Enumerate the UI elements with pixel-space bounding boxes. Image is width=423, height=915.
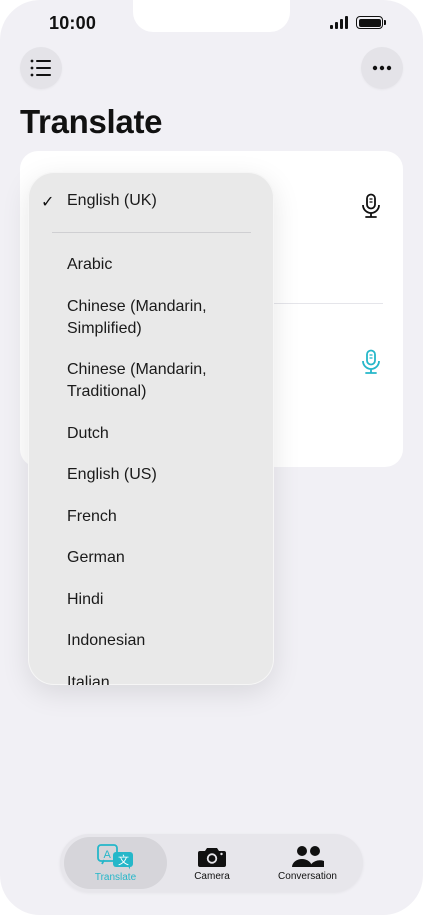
svg-text:A: A bbox=[103, 849, 111, 861]
target-mic-button[interactable] bbox=[359, 349, 383, 375]
dropdown-separator bbox=[52, 232, 251, 233]
language-option[interactable]: Chinese (Mandarin, Simplified) bbox=[67, 296, 257, 340]
phone-screen: 10:00 Translate ✓ English (UK) Arabic Ch… bbox=[0, 0, 423, 915]
tab-conversation[interactable]: Conversation bbox=[260, 837, 355, 889]
list-icon bbox=[30, 59, 51, 77]
battery-icon bbox=[356, 16, 386, 29]
svg-text:文: 文 bbox=[118, 853, 129, 867]
page-title: Translate bbox=[20, 103, 163, 140]
language-option[interactable]: Hindi bbox=[67, 589, 257, 611]
language-option[interactable]: German bbox=[67, 547, 257, 569]
tab-label: Translate bbox=[94, 871, 137, 883]
language-dropdown[interactable]: ✓ English (UK) Arabic Chinese (Mandarin,… bbox=[28, 172, 274, 685]
selected-language-label: English (UK) bbox=[67, 192, 157, 209]
more-button[interactable] bbox=[361, 47, 403, 89]
language-list: Arabic Chinese (Mandarin, Simplified) Ch… bbox=[67, 254, 257, 685]
signal-icon bbox=[330, 16, 348, 29]
microphone-icon bbox=[362, 193, 380, 218]
translate-icon: A 文 bbox=[96, 843, 133, 869]
language-option[interactable]: Indonesian bbox=[67, 630, 257, 652]
ellipsis-icon bbox=[372, 65, 392, 71]
microphone-icon bbox=[362, 349, 380, 374]
tab-label: Camera bbox=[194, 870, 230, 882]
language-option[interactable]: Italian bbox=[67, 672, 257, 686]
notch bbox=[133, 0, 290, 32]
language-option[interactable]: French bbox=[67, 506, 257, 528]
language-option[interactable]: Chinese (Mandarin, Traditional) bbox=[67, 359, 257, 403]
tab-label: Conversation bbox=[278, 870, 337, 882]
tab-camera[interactable]: Camera bbox=[174, 837, 250, 889]
camera-icon bbox=[198, 847, 226, 867]
source-mic-button[interactable] bbox=[359, 193, 383, 219]
language-option[interactable]: Dutch bbox=[67, 423, 257, 445]
tab-bar: A 文 Translate Camera Conversation bbox=[60, 834, 363, 892]
tab-translate[interactable]: A 文 Translate bbox=[64, 837, 167, 889]
people-icon bbox=[291, 845, 324, 867]
status-indicators bbox=[330, 16, 386, 29]
status-time: 10:00 bbox=[49, 13, 97, 33]
checkmark-icon: ✓ bbox=[41, 194, 55, 211]
list-menu-button[interactable] bbox=[20, 47, 62, 89]
language-option[interactable]: English (US) bbox=[67, 464, 257, 486]
card-divider bbox=[255, 303, 383, 304]
language-option[interactable]: Arabic bbox=[67, 254, 257, 276]
dropdown-selected-item[interactable]: ✓ English (UK) bbox=[28, 190, 274, 214]
